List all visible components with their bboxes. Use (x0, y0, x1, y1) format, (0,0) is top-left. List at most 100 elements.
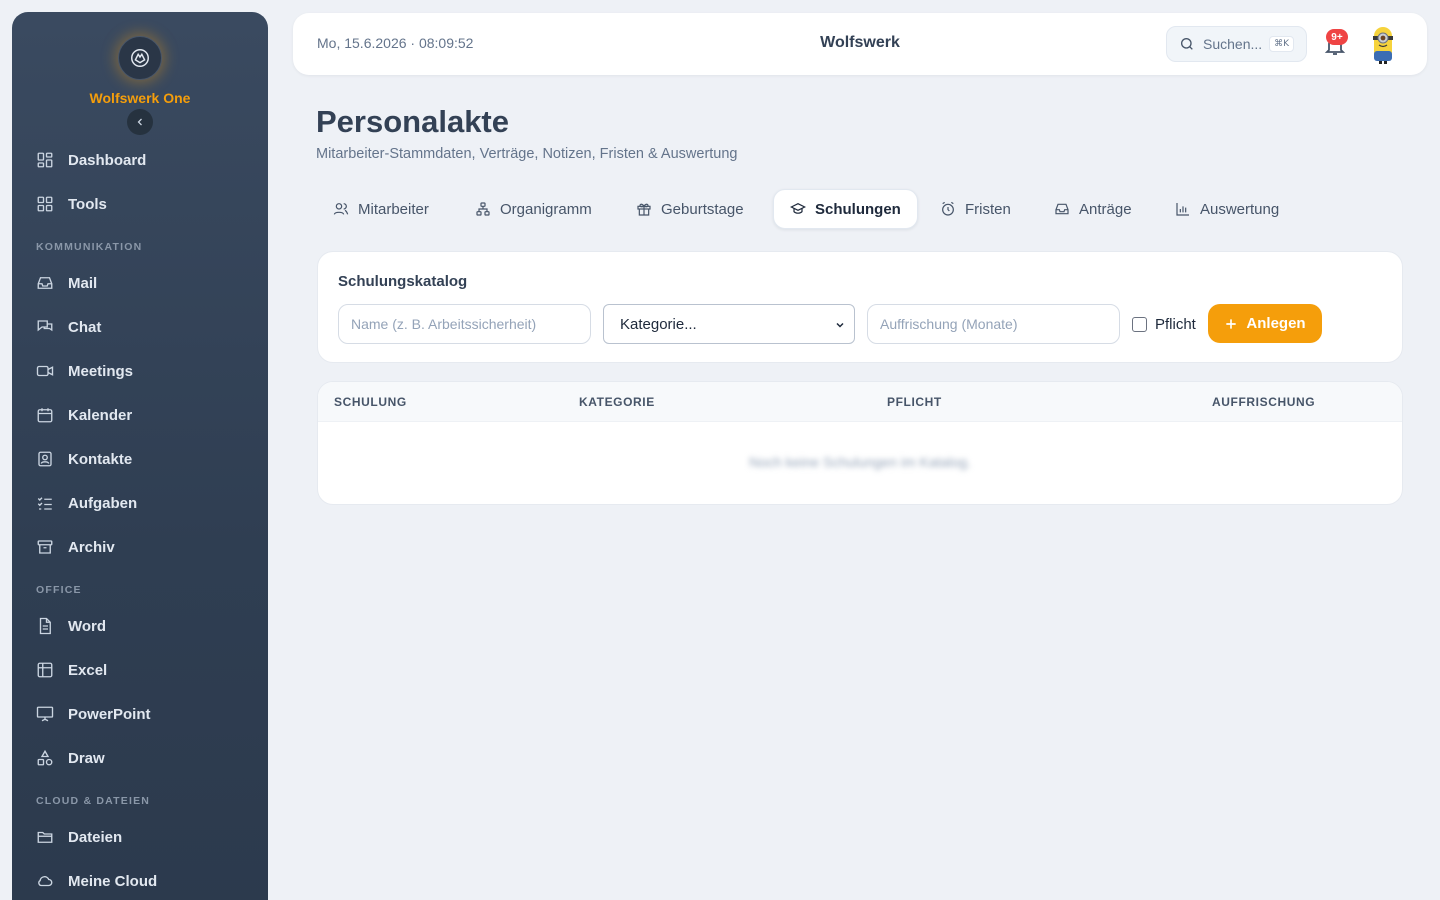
shapes-icon (37, 749, 53, 766)
table-icon (37, 662, 53, 678)
org-chart-icon (476, 202, 490, 216)
sidebar-item-label: Aufgaben (68, 494, 138, 512)
brand-name: Wolfswerk One (89, 90, 191, 106)
contact-icon (38, 451, 52, 467)
column-header-schulung[interactable]: SCHULUNG (334, 395, 407, 409)
tab-label: Auswertung (1200, 200, 1280, 218)
sidebar-item-archiv[interactable]: Archiv (36, 531, 256, 563)
sidebar-item-meetings[interactable]: Meetings (36, 355, 256, 387)
sidebar-item-powerpoint[interactable]: PowerPoint (36, 698, 256, 730)
refresh-interval-input[interactable] (867, 304, 1120, 344)
page-subtitle: Mitarbeiter-Stammdaten, Verträge, Notize… (316, 146, 738, 162)
plus-icon (1226, 318, 1237, 329)
tab-auswertung[interactable]: Auswertung (1159, 189, 1295, 229)
sidebar-item-kontakte[interactable]: Kontakte (36, 443, 256, 475)
sidebar-item-label: Meine Cloud (68, 872, 158, 890)
sidebar-item-label: Mail (68, 274, 98, 292)
mandatory-toggle[interactable]: Pflicht (1132, 304, 1196, 344)
sidebar-item-label: Meetings (68, 362, 134, 380)
tab-label: Schulungen (815, 200, 901, 218)
search-placeholder: Suchen... (1203, 36, 1263, 52)
sidebar-item-label: PowerPoint (68, 705, 151, 723)
sidebar-item-label: Word (68, 617, 107, 635)
sidebar-item-label: Archiv (68, 538, 115, 556)
sidebar-item-word[interactable]: Word (36, 610, 256, 642)
category-select[interactable]: Kategorie... (603, 304, 855, 344)
column-header-pflicht[interactable]: PFLICHT (887, 395, 942, 409)
sidebar-section-kommunikation: KOMMUNIKATION (36, 241, 143, 253)
grid-icon (37, 152, 53, 168)
calendar-icon (37, 408, 53, 423)
column-header-kategorie[interactable]: KATEGORIE (579, 395, 655, 409)
gift-icon (637, 203, 651, 216)
sidebar-item-label: Kontakte (68, 450, 133, 468)
sidebar-item-label: Chat (68, 318, 102, 336)
create-button-label: Anlegen (1246, 315, 1306, 332)
tab-label: Anträge (1079, 200, 1132, 218)
sidebar-section-cloud: CLOUD & DATEIEN (36, 795, 151, 807)
folder-icon (37, 831, 53, 843)
tab-schulungen[interactable]: Schulungen (773, 189, 918, 229)
sidebar-item-tools[interactable]: Tools (36, 188, 256, 220)
brand-logo[interactable] (118, 36, 162, 80)
create-training-button[interactable]: Anlegen (1208, 304, 1322, 343)
search-shortcut-hint: ⌘K (1269, 36, 1294, 52)
checklist-icon (37, 497, 52, 510)
chevron-down-icon (836, 322, 844, 328)
presentation-icon (36, 706, 54, 722)
grid-icon (37, 196, 53, 212)
sidebar-item-label: Dashboard (68, 151, 147, 169)
tab-label: Geburtstage (661, 200, 744, 218)
sidebar-section-office: OFFICE (36, 584, 82, 596)
training-catalog-form: Schulungskatalog Kategorie... Pflicht An… (317, 251, 1403, 363)
alarm-icon (942, 201, 954, 216)
video-icon (36, 365, 54, 377)
top-bar: Mo, 15.6.2026 · 08:09:52 Wolfswerk Suche… (293, 13, 1427, 75)
users-icon (333, 203, 349, 215)
sidebar-item-aufgaben[interactable]: Aufgaben (36, 487, 256, 519)
sidebar-item-label: Excel (68, 661, 108, 679)
avatar[interactable] (1367, 23, 1399, 65)
tab-mitarbeiter[interactable]: Mitarbeiter (317, 189, 445, 229)
global-search[interactable]: Suchen... ⌘K (1166, 26, 1307, 62)
chat-icon (37, 320, 53, 332)
document-icon (39, 617, 51, 635)
chevron-left-icon (137, 118, 142, 126)
current-datetime: Mo, 15.6.2026 · 08:09:52 (317, 35, 474, 51)
sidebar-item-chat[interactable]: Chat (36, 311, 256, 343)
collapse-sidebar-button[interactable] (127, 109, 153, 135)
category-select-value: Kategorie... (620, 315, 697, 333)
tab-antraege[interactable]: Anträge (1038, 189, 1148, 229)
sidebar-item-mail[interactable]: Mail (36, 267, 256, 299)
tab-label: Mitarbeiter (358, 200, 429, 218)
sidebar-item-excel[interactable]: Excel (36, 654, 256, 686)
tab-geburtstage[interactable]: Geburtstage (620, 189, 760, 229)
tab-label: Organigramm (500, 200, 592, 218)
column-header-auffrischung[interactable]: AUFFRISCHUNG (1212, 395, 1315, 409)
catalog-form-title: Schulungskatalog (338, 273, 468, 290)
sidebar-item-meine-cloud[interactable]: Meine Cloud (36, 865, 256, 897)
sidebar: Wolfswerk One Dashboard Tools KOMMUNIKAT… (12, 12, 268, 900)
tab-organigramm[interactable]: Organigramm (459, 189, 608, 229)
inbox-icon (37, 277, 53, 289)
mandatory-label: Pflicht (1155, 315, 1196, 333)
table-empty-state: Noch keine Schulungen im Katalog. (749, 454, 971, 470)
sidebar-item-label: Tools (68, 195, 107, 213)
mandatory-checkbox[interactable] (1132, 316, 1147, 332)
tab-label: Fristen (965, 200, 1011, 218)
sidebar-item-dashboard[interactable]: Dashboard (36, 144, 256, 176)
sidebar-item-label: Dateien (68, 828, 123, 846)
tab-fristen[interactable]: Fristen (924, 189, 1027, 229)
archive-icon (37, 540, 53, 554)
sidebar-item-kalender[interactable]: Kalender (36, 399, 256, 431)
training-catalog-table: SCHULUNG KATEGORIE PFLICHT AUFFRISCHUNG … (317, 381, 1403, 505)
sidebar-item-draw[interactable]: Draw (36, 742, 256, 774)
sidebar-item-label: Draw (68, 749, 105, 767)
sidebar-item-dateien[interactable]: Dateien (36, 821, 256, 853)
cloud-icon (38, 876, 53, 887)
page-title: Personalakte (316, 104, 509, 139)
graduation-cap-icon (790, 202, 806, 214)
notification-badge: 9+ (1326, 29, 1348, 45)
sidebar-item-label: Kalender (68, 406, 133, 424)
training-name-input[interactable] (338, 304, 591, 344)
